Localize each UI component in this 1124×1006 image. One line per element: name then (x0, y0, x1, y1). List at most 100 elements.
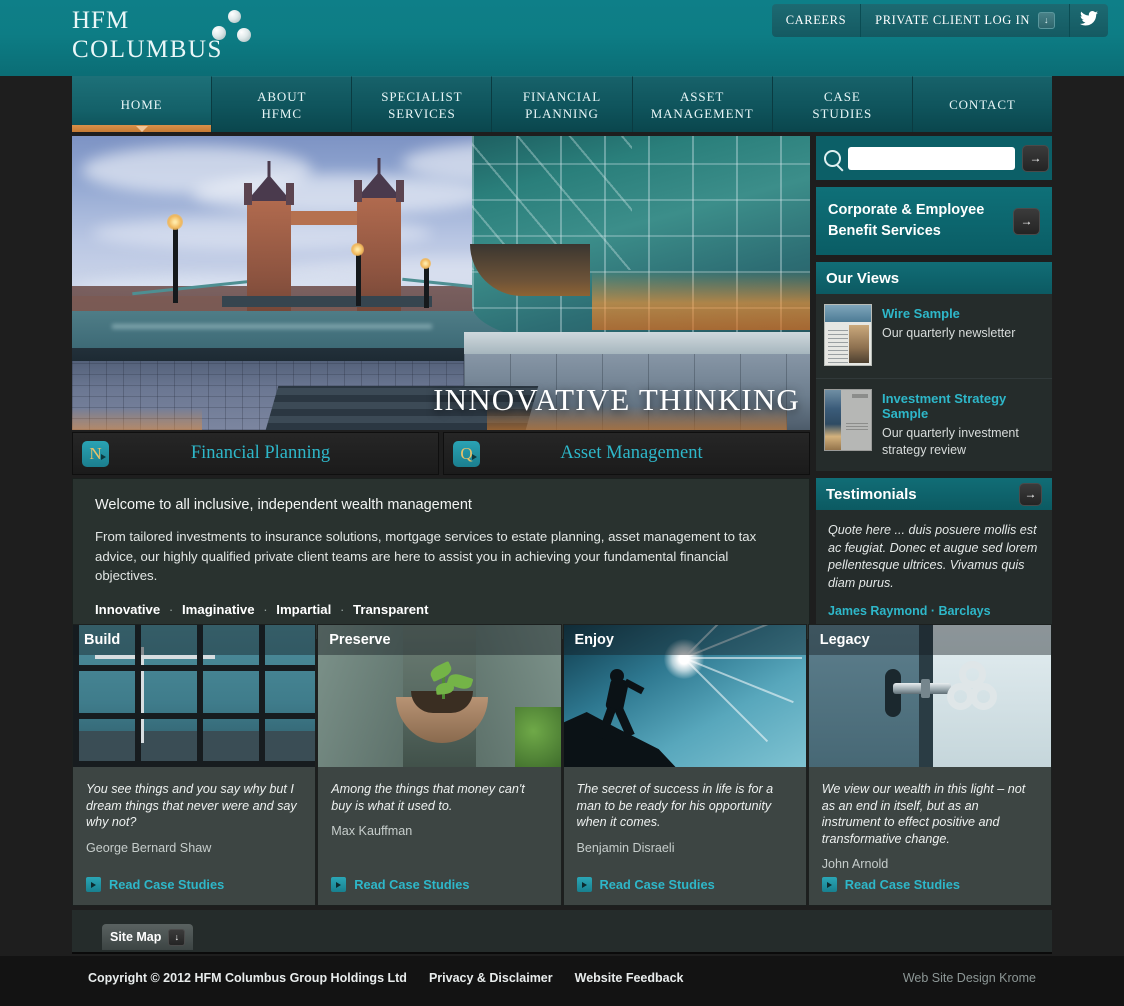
feedback-link[interactable]: Website Feedback (575, 971, 684, 985)
list-item[interactable]: Investment Strategy Sample Our quarterly… (816, 379, 1052, 471)
nav-label-case: CASE STUDIES (812, 88, 873, 121)
read-link-label: Read Case Studies (354, 877, 470, 892)
card-author: George Bernard Shaw (86, 840, 212, 855)
cta-arrow-button[interactable]: → (1013, 207, 1040, 235)
main-navigation: HOME ABOUT HFMC SPECIALIST SERVICES FINANC… (72, 76, 1052, 132)
card-title: Enjoy (563, 625, 806, 655)
read-link-label: Read Case Studies (109, 877, 225, 892)
corporate-benefits-cta[interactable]: Corporate & Employee Benefit Services → (816, 187, 1052, 255)
privacy-link[interactable]: Privacy & Disclaimer (429, 971, 553, 985)
read-link-label: Read Case Studies (599, 877, 715, 892)
read-case-studies-link[interactable]: Read Case Studies (331, 877, 469, 892)
card-quote: You see things and you say why but I dre… (86, 782, 297, 829)
chevron-down-icon: ↓ (168, 928, 186, 946)
logo[interactable]: HFM COLUMBUS (72, 8, 352, 62)
testimonials-panel: Testimonials → Quote here ... duis posue… (816, 478, 1052, 632)
card-title: Build (73, 625, 316, 655)
card-quote: We view our wealth in this light – not a… (821, 782, 1026, 846)
card-author: Max Kauffman (331, 824, 413, 838)
welcome-heading: Welcome to all inclusive, independent we… (95, 497, 472, 513)
welcome-body: From tailored investments to insurance s… (95, 529, 757, 583)
financial-planning-icon: N (82, 440, 109, 467)
nav-label-about: ABOUT HFMC (257, 88, 307, 121)
pillar-3: Impartial (276, 601, 332, 617)
report-thumbnail (824, 389, 872, 451)
card-author: Benjamin Disraeli (576, 840, 675, 855)
logo-spheres-icon (210, 10, 256, 44)
hero-headline: INNOVATIVE THINKING (433, 382, 800, 417)
case-study-cards: Build You see things and you say why but… (72, 624, 1052, 906)
tower-bridge-tower-left (244, 161, 294, 326)
card-preserve[interactable]: Preserve Among the things that money can… (317, 624, 562, 906)
testimonial-quote: Quote here ... duis posuere mollis est a… (828, 523, 1038, 590)
careers-link[interactable]: CAREERS (771, 4, 862, 37)
pillar-4: Transparent (353, 601, 429, 617)
play-arrow-icon (331, 877, 347, 892)
pillar-2: Imaginative (181, 601, 255, 617)
hero-banner[interactable]: INNOVATIVE THINKING (72, 136, 810, 430)
card-enjoy[interactable]: Enjoy The secret of success in life is f… (562, 624, 807, 906)
sitemap-bar: Site Map ↓ (72, 910, 1052, 954)
card-build[interactable]: Build You see things and you say why but… (72, 624, 317, 906)
our-views-panel: Our Views Wire Sample Our quarterly news… (816, 262, 1052, 471)
pillar-1: Innovative (95, 601, 161, 617)
play-arrow-icon (576, 877, 592, 892)
newsletter-thumbnail (824, 304, 872, 366)
design-credit[interactable]: Web Site Design Krome (903, 971, 1036, 985)
nav-item-about-hfmc[interactable]: ABOUT HFMC (212, 76, 353, 132)
testimonials-header: Testimonials → (816, 478, 1052, 510)
testimonials-title: Testimonials (826, 485, 917, 503)
copyright-text: Copyright © 2012 HFM Columbus Group Hold… (88, 971, 407, 985)
play-arrow-icon (821, 877, 837, 892)
hero-glass-building (472, 136, 810, 345)
cta-label: Corporate & Employee Benefit Services (828, 202, 985, 239)
testimonials-next-button[interactable]: → (1019, 482, 1042, 506)
nav-item-asset-management[interactable]: ASSET MANAGEMENT (632, 76, 773, 132)
twitter-icon (1080, 10, 1098, 31)
nav-item-home[interactable]: HOME (72, 76, 213, 132)
sitemap-button[interactable]: Site Map ↓ (102, 924, 194, 950)
site-header: HFM COLUMBUS CAREERS PRIVATE CLIENT LOG … (0, 0, 1124, 76)
search-submit-button[interactable]: → (1022, 144, 1049, 172)
play-arrow-icon (86, 877, 101, 892)
read-case-studies-link[interactable]: Read Case Studies (821, 877, 960, 892)
sitemap-label: Site Map (110, 930, 162, 944)
search-input[interactable] (848, 146, 1015, 170)
main-column: INNOVATIVE THINKING N Financial Planning… (72, 136, 810, 640)
tab-asset-management[interactable]: Q Asset Management (443, 432, 810, 475)
tab-label-financial-planning: Financial Planning (190, 443, 331, 463)
nav-label-financial: FINANCIAL PLANNING (522, 88, 602, 121)
nav-item-contact[interactable]: CONTACT (912, 76, 1052, 132)
view-description: Our quarterly newsletter (882, 326, 1016, 340)
card-author: John Arnold (821, 857, 889, 871)
nav-item-case-studies[interactable]: CASE STUDIES (772, 76, 913, 132)
list-item[interactable]: Wire Sample Our quarterly newsletter (816, 294, 1052, 379)
testimonial-author[interactable]: James Raymond · Barclays (828, 604, 1040, 618)
nav-item-specialist-services[interactable]: SPECIALIST SERVICES (352, 76, 493, 132)
logo-line-1: HFM (72, 7, 130, 34)
our-views-title: Our Views (826, 269, 900, 287)
active-tab-caret-icon (135, 126, 148, 132)
nav-label-home: HOME (120, 97, 163, 112)
nav-item-financial-planning[interactable]: FINANCIAL PLANNING (492, 76, 633, 132)
read-link-label: Read Case Studies (844, 877, 960, 892)
nav-label-contact: CONTACT (949, 97, 1016, 112)
card-quote: The secret of success in life is for a m… (576, 782, 774, 829)
tab-label-asset-management: Asset Management (560, 443, 703, 463)
careers-label: CAREERS (785, 13, 847, 27)
chevron-down-icon: ↓ (1038, 12, 1055, 29)
card-legacy[interactable]: Legacy We view our wealth in this light … (807, 624, 1052, 906)
page-root: HFM COLUMBUS CAREERS PRIVATE CLIENT LOG … (0, 0, 1124, 1006)
private-client-login-link[interactable]: PRIVATE CLIENT LOG IN ↓ (861, 4, 1070, 37)
card-quote: Among the things that money can't buy is… (331, 782, 525, 813)
read-case-studies-link[interactable]: Read Case Studies (86, 877, 224, 892)
twitter-link[interactable] (1070, 4, 1108, 37)
welcome-panel: Welcome to all inclusive, independent we… (72, 478, 810, 640)
our-views-header: Our Views (816, 262, 1052, 294)
feature-tabs: N Financial Planning Q Asset Management (72, 432, 810, 475)
nav-label-specialist: SPECIALIST SERVICES (381, 88, 463, 121)
read-case-studies-link[interactable]: Read Case Studies (576, 877, 715, 892)
tab-financial-planning[interactable]: N Financial Planning (72, 432, 439, 475)
view-title: Wire Sample (882, 306, 960, 321)
nav-label-asset: ASSET MANAGEMENT (650, 88, 754, 121)
